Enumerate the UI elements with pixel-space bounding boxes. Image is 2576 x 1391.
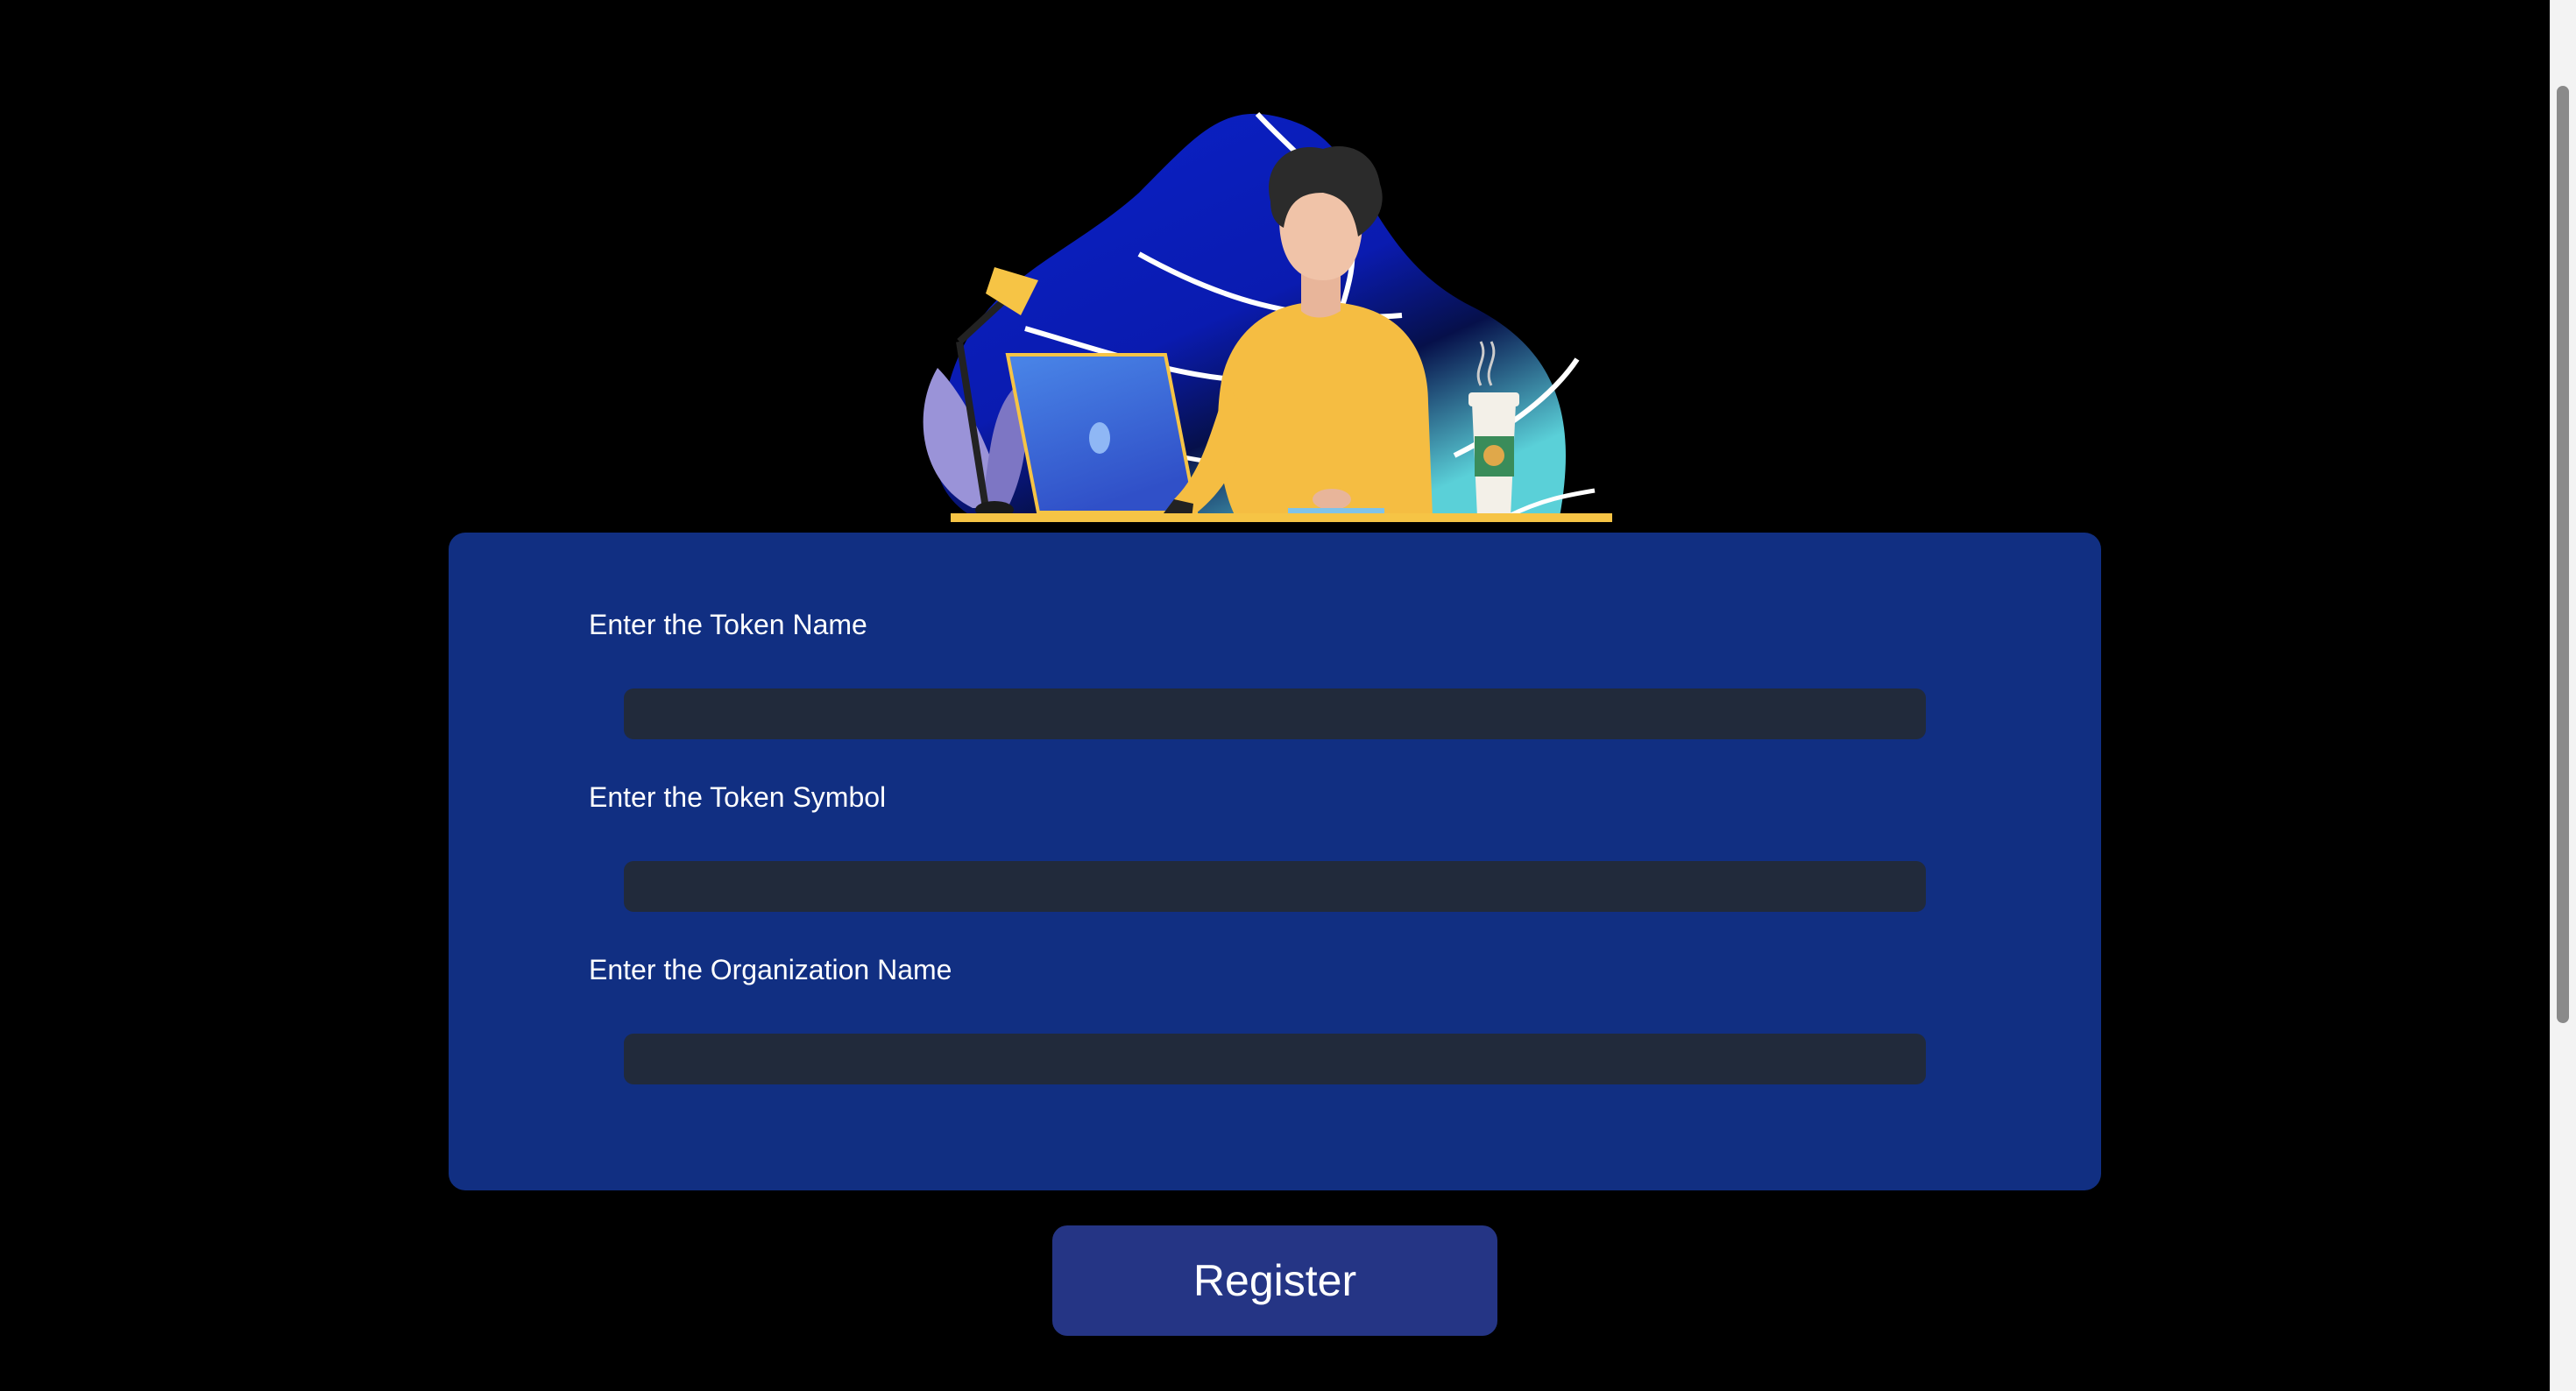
token-name-input[interactable] (624, 688, 1926, 739)
token-symbol-input[interactable] (624, 861, 1926, 912)
register-button[interactable]: Register (1052, 1225, 1497, 1336)
organization-name-input[interactable] (624, 1034, 1926, 1084)
organization-name-label: Enter the Organization Name (589, 954, 952, 985)
scrollbar-thumb[interactable] (2557, 86, 2569, 1023)
token-symbol-label: Enter the Token Symbol (589, 781, 887, 813)
token-registration-form: Enter the Token Name Enter the Token Sym… (449, 533, 2101, 1190)
token-name-label: Enter the Token Name (589, 609, 867, 640)
page: Enter the Token Name Enter the Token Sym… (0, 0, 2576, 1391)
person-working-at-laptop-illustration (923, 111, 1612, 522)
